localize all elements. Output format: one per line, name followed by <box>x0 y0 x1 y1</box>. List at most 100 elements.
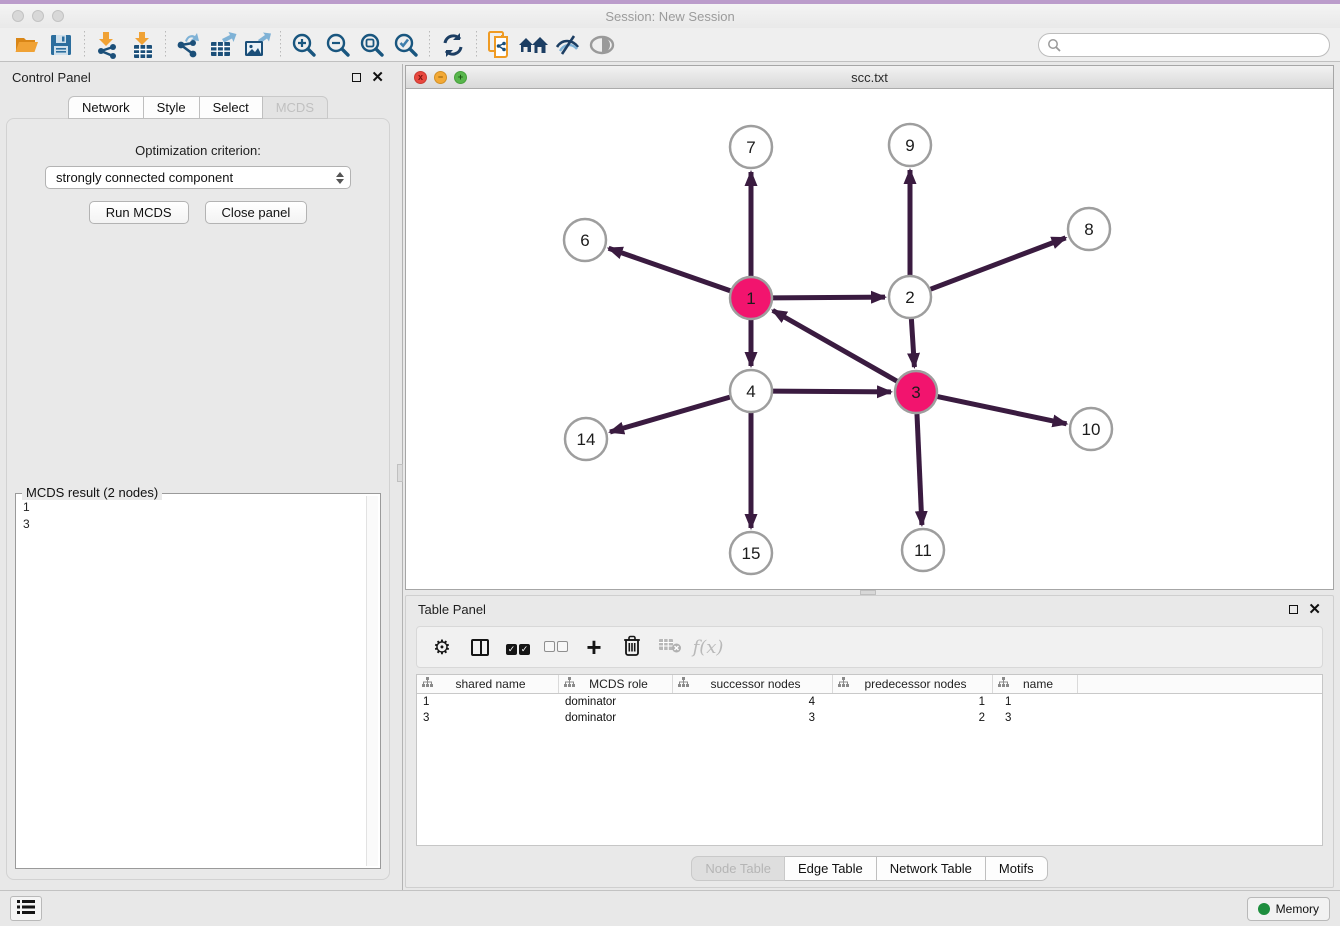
toggle-panes-button[interactable] <box>463 631 497 663</box>
zoom-fit-button[interactable] <box>355 30 389 60</box>
result-scrollbar[interactable] <box>366 496 378 866</box>
table-cell[interactable]: 2 <box>833 712 993 724</box>
memory-label: Memory <box>1276 902 1319 916</box>
node-label-15: 15 <box>742 544 761 563</box>
table-body[interactable]: 1dominator4113dominator323 <box>417 694 1322 726</box>
table-row[interactable]: 1dominator411 <box>417 694 1322 710</box>
table-tab-node-table[interactable]: Node Table <box>691 856 785 881</box>
table-cell[interactable]: 1 <box>417 696 559 708</box>
network-graph[interactable]: 7968124314101511 <box>406 89 1333 589</box>
show-all-networks-button[interactable] <box>517 30 551 60</box>
export-table-button[interactable] <box>206 30 240 60</box>
zoom-selected-button[interactable] <box>389 30 423 60</box>
edge-2-8[interactable] <box>931 238 1066 289</box>
edge-3-1[interactable] <box>773 310 897 381</box>
select-all-button[interactable]: ✓✓ <box>501 631 535 663</box>
homes-icon <box>518 33 550 57</box>
close-panel-button[interactable]: Close panel <box>205 201 308 224</box>
edge-3-11[interactable] <box>917 414 922 525</box>
task-history-button[interactable] <box>10 896 42 921</box>
criterion-dropdown[interactable]: strongly connected component <box>45 166 351 189</box>
column-label: successor nodes <box>689 677 832 691</box>
tab-mcds[interactable]: MCDS <box>263 96 328 119</box>
close-table-panel-icon[interactable]: ✕ <box>1308 602 1321 617</box>
gear-icon: ⚙ <box>433 635 451 660</box>
edge-4-14[interactable] <box>610 397 730 432</box>
refresh-layout-button[interactable] <box>436 30 470 60</box>
mcds-result-item[interactable]: 3 <box>23 516 361 533</box>
table-header-row[interactable]: shared nameMCDS role successor nodesprede… <box>417 675 1322 694</box>
mcds-result-item[interactable]: 1 <box>23 499 361 516</box>
column-header-MCDS-role[interactable]: MCDS role <box>559 675 673 693</box>
open-session-button[interactable] <box>10 30 44 60</box>
node-label-2: 2 <box>905 288 914 307</box>
float-panel-icon[interactable] <box>352 73 361 82</box>
splitter-grip[interactable] <box>397 464 403 482</box>
tab-network[interactable]: Network <box>68 96 144 119</box>
table-tab-motifs[interactable]: Motifs <box>986 856 1048 881</box>
dim-view-button[interactable] <box>585 30 619 60</box>
edge-1-2[interactable] <box>773 297 885 298</box>
table-cell[interactable]: dominator <box>559 696 673 708</box>
deselect-all-button[interactable] <box>539 631 573 663</box>
table-tab-network-table[interactable]: Network Table <box>877 856 986 881</box>
node-label-7: 7 <box>746 138 755 157</box>
table-row[interactable]: 3dominator323 <box>417 710 1322 726</box>
edge-1-6[interactable] <box>609 248 731 290</box>
import-table-button[interactable] <box>125 30 159 60</box>
panel-splitter[interactable] <box>396 64 405 890</box>
unchecked-boxes-icon <box>543 640 569 655</box>
control-panel-header: Control Panel ✕ <box>0 64 396 90</box>
attribute-icon <box>678 677 689 691</box>
run-mcds-button[interactable]: Run MCDS <box>89 201 189 224</box>
mcds-result-list[interactable]: 13 <box>19 497 365 865</box>
window-title: Session: New Session <box>0 9 1340 24</box>
table-cell[interactable]: 3 <box>673 712 833 724</box>
node-table[interactable]: shared nameMCDS role successor nodesprede… <box>416 674 1323 846</box>
table-cell[interactable]: 3 <box>993 712 1078 724</box>
table-cell[interactable]: 1 <box>833 696 993 708</box>
hide-selection-button[interactable] <box>551 30 585 60</box>
float-table-panel-icon[interactable] <box>1289 605 1298 614</box>
search-input[interactable] <box>1065 38 1321 52</box>
network-window-titlebar[interactable]: x − + scc.txt <box>406 66 1333 89</box>
tab-style[interactable]: Style <box>144 96 200 119</box>
node-label-4: 4 <box>746 382 755 401</box>
toolbar-search[interactable] <box>1038 33 1330 57</box>
add-column-button[interactable]: + <box>577 631 611 663</box>
export-image-button[interactable] <box>240 30 274 60</box>
delete-table-button[interactable] <box>653 631 687 663</box>
memory-button[interactable]: Memory <box>1247 897 1330 921</box>
edge-4-3[interactable] <box>773 391 891 392</box>
column-header-successor-nodes[interactable]: successor nodes <box>673 675 833 693</box>
zoom-fit-icon <box>359 32 385 58</box>
import-network-button[interactable] <box>91 30 125 60</box>
split-pane-icon <box>471 639 489 656</box>
table-tab-edge-table[interactable]: Edge Table <box>785 856 877 881</box>
export-table-icon <box>208 31 238 59</box>
table-cell[interactable]: 4 <box>673 696 833 708</box>
clone-network-button[interactable] <box>483 30 517 60</box>
close-panel-icon[interactable]: ✕ <box>371 70 384 85</box>
zoom-in-button[interactable] <box>287 30 321 60</box>
zoom-out-button[interactable] <box>321 30 355 60</box>
edge-2-3[interactable] <box>911 319 914 367</box>
delete-column-button[interactable] <box>615 631 649 663</box>
import-table-icon <box>129 31 155 59</box>
function-builder-button[interactable]: f(x) <box>691 631 725 663</box>
table-cell[interactable]: 3 <box>417 712 559 724</box>
export-network-button[interactable] <box>172 30 206 60</box>
edge-3-10[interactable] <box>938 397 1067 424</box>
column-header-name[interactable]: name <box>993 675 1078 693</box>
node-label-3: 3 <box>911 383 920 402</box>
table-cell[interactable]: dominator <box>559 712 673 724</box>
status-bar: Memory <box>0 890 1340 926</box>
network-canvas[interactable]: 7968124314101511 <box>406 89 1333 589</box>
control-panel-tabs: NetworkStyleSelectMCDS <box>0 96 396 119</box>
tab-select[interactable]: Select <box>200 96 263 119</box>
column-header-shared-name[interactable]: shared name <box>417 675 559 693</box>
save-session-button[interactable] <box>44 30 78 60</box>
table-settings-button[interactable]: ⚙ <box>425 631 459 663</box>
table-cell[interactable]: 1 <box>993 696 1078 708</box>
column-header-predecessor-nodes[interactable]: predecessor nodes <box>833 675 993 693</box>
